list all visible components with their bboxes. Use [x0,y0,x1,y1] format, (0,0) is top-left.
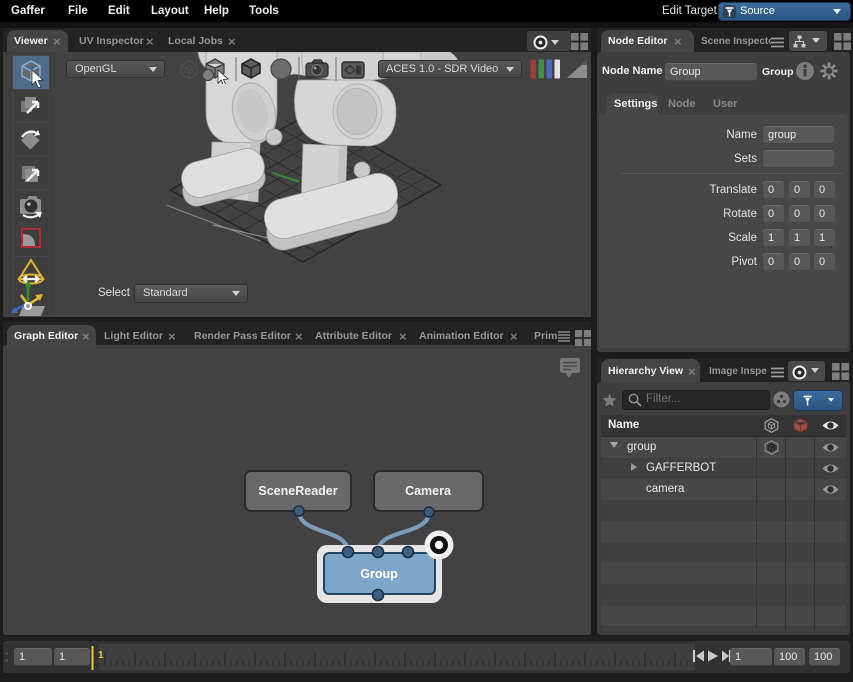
svg-text:SceneReader: SceneReader [258,484,337,498]
svg-text:Camera: Camera [405,484,452,498]
svg-text:Group: Group [360,567,398,581]
svg-text:1: 1 [98,650,104,661]
